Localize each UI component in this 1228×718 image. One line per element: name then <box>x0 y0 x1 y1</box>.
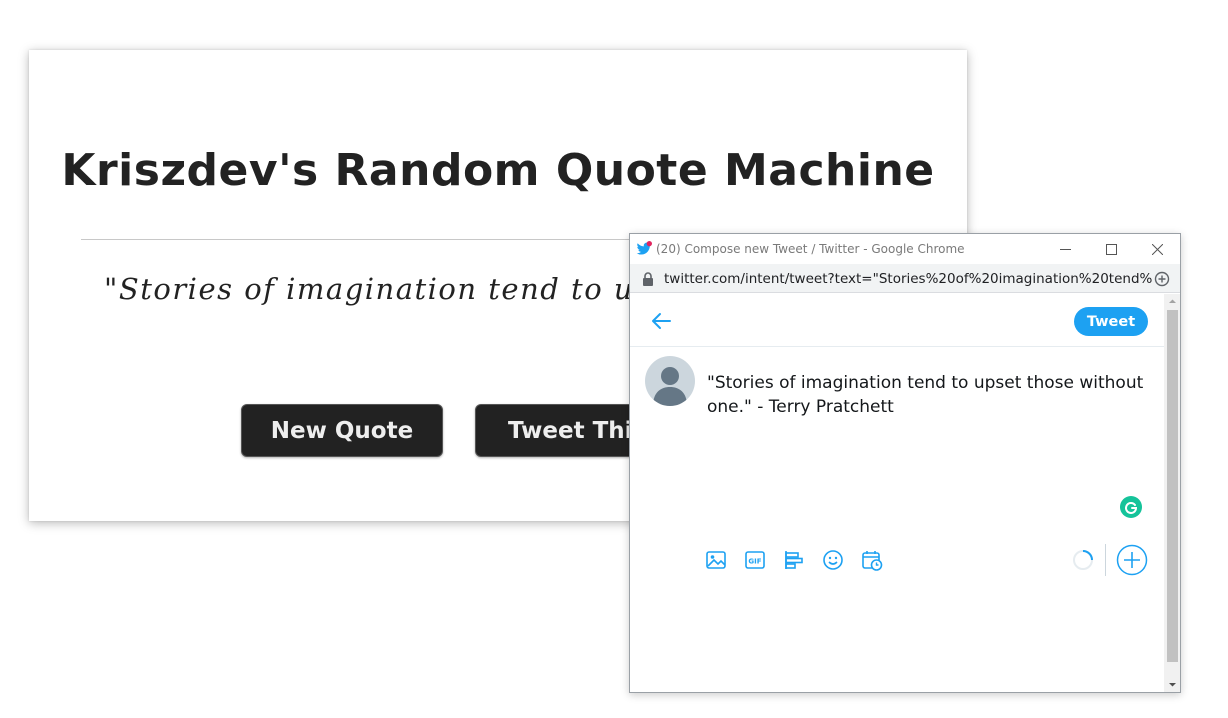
page-title: Kriszdev's Random Quote Machine <box>61 145 935 196</box>
gif-icon[interactable]: GIF <box>744 549 766 571</box>
close-button[interactable] <box>1134 234 1180 264</box>
scrollbar-thumb[interactable] <box>1167 310 1178 662</box>
minimize-button[interactable] <box>1042 234 1088 264</box>
tweet-compose-textarea[interactable]: "Stories of imagination tend to upset th… <box>707 371 1152 419</box>
toolbar-divider <box>1105 544 1106 576</box>
maximize-button[interactable] <box>1088 234 1134 264</box>
tweet-submit-button[interactable]: Tweet <box>1074 307 1148 336</box>
schedule-icon[interactable] <box>861 549 883 571</box>
window-titlebar: (20) Compose new Tweet / Twitter - Googl… <box>630 234 1180 264</box>
scroll-up-icon[interactable] <box>1164 294 1181 309</box>
twitter-icon <box>636 241 652 255</box>
poll-icon[interactable] <box>783 549 805 571</box>
add-tweet-icon[interactable] <box>1116 544 1148 576</box>
new-quote-button[interactable]: New Quote <box>241 404 443 457</box>
progress-ring-icon <box>1073 550 1093 570</box>
maximize-icon <box>1105 243 1117 255</box>
svg-text:GIF: GIF <box>748 558 761 566</box>
grammarly-g-icon <box>1125 502 1138 514</box>
avatar-icon <box>653 367 687 406</box>
back-arrow-icon[interactable] <box>650 311 672 331</box>
compose-tweet-window: (20) Compose new Tweet / Twitter - Googl… <box>629 233 1181 693</box>
header-divider <box>630 346 1164 347</box>
image-icon[interactable] <box>705 549 727 571</box>
quote-text: "Stories of imagination tend to upset <box>104 272 703 306</box>
compose-panel: Tweet "Stories of imagination tend to up… <box>630 294 1164 692</box>
window-title: (20) Compose new Tweet / Twitter - Googl… <box>656 242 965 256</box>
minimize-icon <box>1059 248 1071 250</box>
scroll-down-icon[interactable] <box>1164 677 1181 692</box>
url-field[interactable]: twitter.com/intent/tweet?text="Stories%2… <box>664 271 1152 287</box>
lock-icon <box>643 272 653 286</box>
vertical-scrollbar[interactable] <box>1164 294 1181 692</box>
avatar[interactable] <box>645 356 695 406</box>
address-bar: twitter.com/intent/tweet?text="Stories%2… <box>630 264 1180 293</box>
grammarly-icon[interactable] <box>1120 496 1142 518</box>
close-icon <box>1151 243 1163 255</box>
emoji-icon[interactable] <box>822 549 844 571</box>
zoom-icon[interactable] <box>1154 271 1170 287</box>
